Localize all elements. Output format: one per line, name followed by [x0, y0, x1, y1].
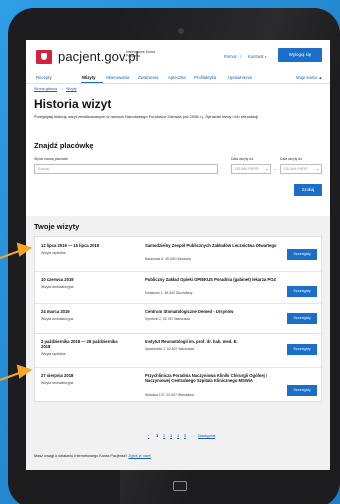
arrow-icon [0, 364, 33, 381]
annotation-arrows [0, 242, 33, 381]
arrow-icon [0, 242, 33, 259]
